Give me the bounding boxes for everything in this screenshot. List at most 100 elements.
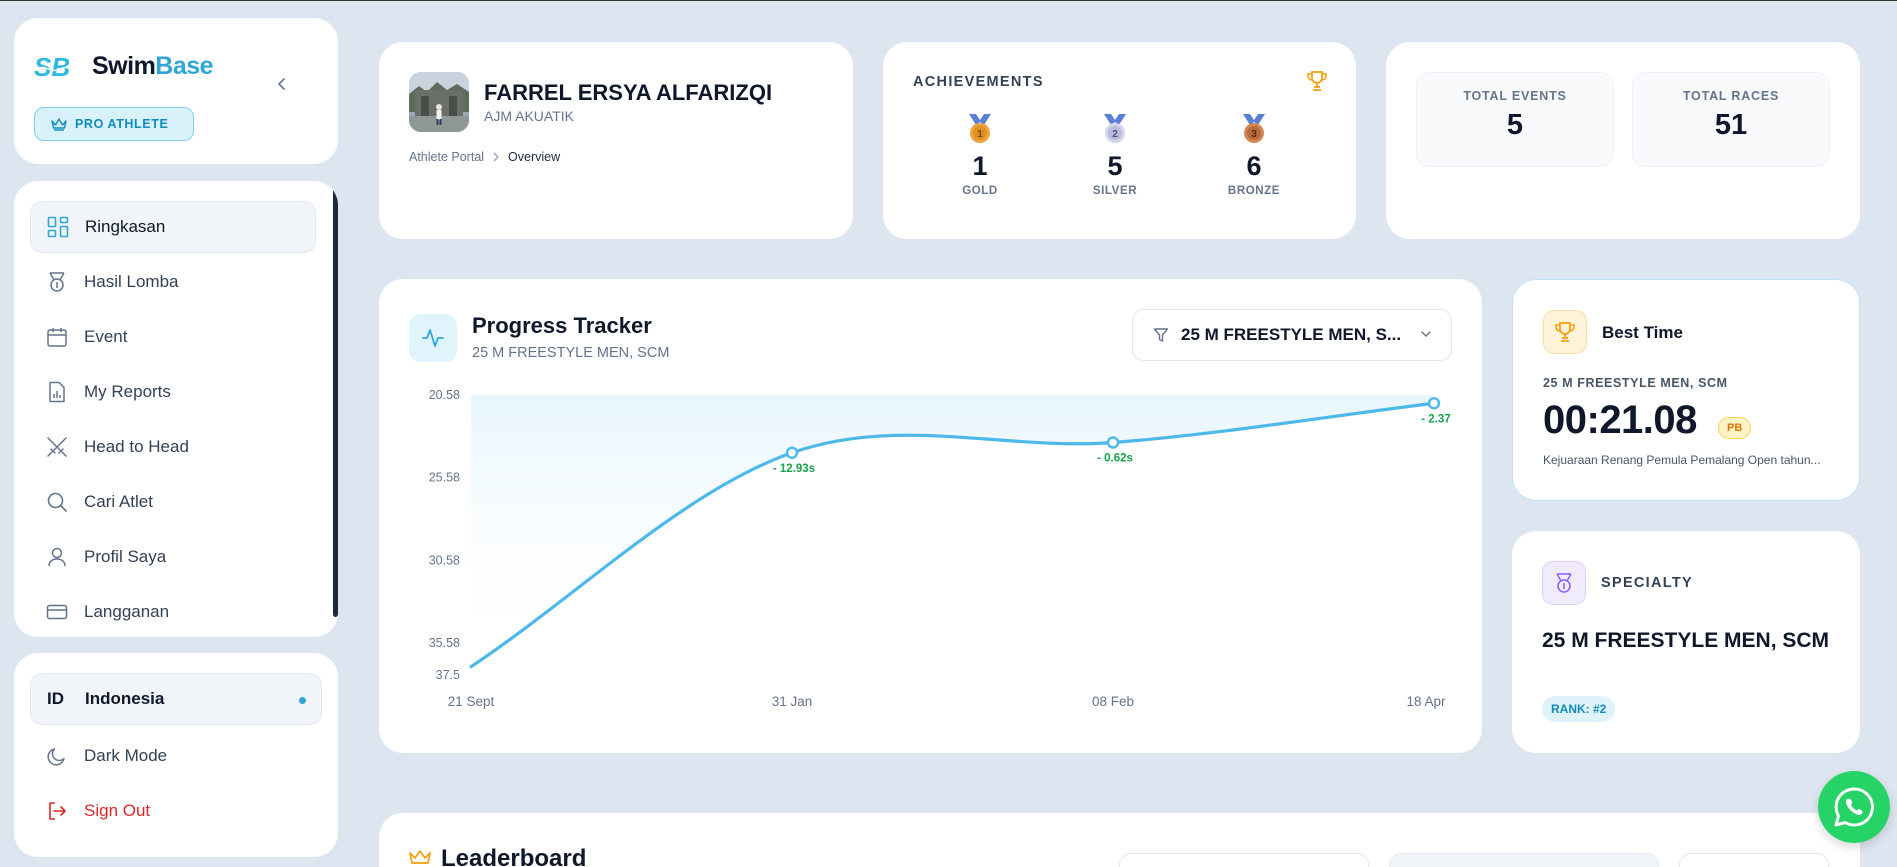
progress-subtitle: 25 M FREESTYLE MEN, SCM	[472, 345, 670, 361]
sidebar-item-label: Ringkasan	[85, 217, 166, 236]
sidebar-item-label: Event	[84, 327, 128, 346]
sidebar-nav: Ringkasan Hasil Lomba Event My Reports H…	[14, 181, 338, 637]
brand-card: SB SwimBase PRO ATHLETE	[14, 18, 338, 164]
specialty-card: SPECIALTY 25 M FREESTYLE MEN, SCM RANK: …	[1512, 531, 1860, 753]
x-tick-label: 18 Apr	[1406, 694, 1446, 709]
leaderboard-filter[interactable]	[1119, 853, 1369, 867]
specialty-medal-icon	[1542, 561, 1586, 605]
trophy-icon	[1307, 71, 1327, 91]
user-icon	[48, 547, 66, 567]
sidebar-item-label: Hasil Lomba	[84, 272, 179, 291]
sign-out-button[interactable]: Sign Out	[30, 788, 322, 834]
swimbase-logo-icon: SB	[34, 54, 84, 80]
language-name: Indonesia	[85, 689, 165, 708]
bronze-count: 6	[1246, 151, 1262, 181]
breadcrumb-portal-link[interactable]: Athlete Portal	[409, 150, 484, 164]
total-races-value: 51	[1714, 109, 1748, 141]
x-tick-label: 31 Jan	[772, 694, 813, 709]
sidebar-item-label: Langganan	[84, 602, 170, 621]
sidebar-item-label: Head to Head	[84, 437, 189, 456]
logo[interactable]: SB SwimBase	[34, 52, 214, 81]
pb-badge: PB	[1718, 417, 1752, 439]
language-selector[interactable]: ID Indonesia	[30, 673, 322, 725]
crown-icon	[409, 850, 431, 864]
leaderboard-toggle[interactable]	[1389, 853, 1659, 867]
sidebar-item-head-to-head[interactable]: Head to Head	[30, 421, 316, 473]
moon-icon	[47, 748, 65, 766]
chevron-right-icon	[493, 152, 499, 162]
bronze-medal-icon: 3	[1243, 114, 1265, 143]
sidebar-scrollbar[interactable]	[333, 181, 338, 617]
sidebar-item-langganan[interactable]: Langganan	[30, 586, 316, 637]
gold-medal-rank: 1	[977, 129, 983, 140]
chevron-down-icon	[1421, 331, 1431, 338]
progress-tracker-card: 20.58 25.58 30.58 35.58 37.5 21 Sept 31 Jan 08 …	[379, 279, 1482, 753]
brand-name-part2: Base	[155, 52, 214, 80]
best-time-competition: Kejuaraan Renang Pemula Pemalang Open ta…	[1543, 453, 1821, 467]
gold-medal: 1 1 GOLD	[940, 114, 1020, 197]
breadcrumb: Athlete Portal Overview	[409, 150, 560, 164]
sidebar-item-event[interactable]: Event	[30, 311, 316, 363]
achievements-title: ACHIEVEMENTS	[913, 74, 1044, 90]
y-tick-label: 30.58	[429, 553, 460, 567]
leaderboard-card: Leaderboard	[379, 813, 1860, 867]
sidebar-item-cari-atlet[interactable]: Cari Atlet	[30, 476, 316, 528]
leaderboard-select[interactable]	[1679, 853, 1829, 867]
pulse-icon	[422, 329, 444, 347]
avatar[interactable]	[409, 72, 469, 132]
whatsapp-button[interactable]	[1818, 771, 1890, 843]
leaderboard-title: Leaderboard	[441, 845, 587, 867]
dark-mode-label: Dark Mode	[84, 746, 168, 765]
athlete-name: FARREL ERSYA ALFARIZQI	[484, 80, 773, 105]
collapse-sidebar-button[interactable]	[270, 72, 294, 96]
specialty-event: 25 M FREESTYLE MEN, SCM	[1542, 629, 1830, 652]
total-events-box: TOTAL EVENTS 5	[1416, 72, 1614, 167]
sidebar-item-label: Profil Saya	[84, 547, 167, 566]
language-code: ID	[47, 689, 64, 708]
search-icon	[47, 492, 67, 512]
achievements-card: ACHIEVEMENTS 1 1 GOLD 2 5 SILVER 3 6 BRO…	[883, 42, 1356, 239]
best-time-title: Best Time	[1602, 323, 1683, 342]
sidebar-item-hasil-lomba[interactable]: Hasil Lomba	[30, 256, 316, 308]
total-events-value: 5	[1506, 109, 1524, 141]
medal-icon	[49, 272, 65, 292]
whatsapp-icon	[1834, 787, 1874, 827]
silver-medal: 2 5 SILVER	[1075, 114, 1155, 197]
settings-card: ID Indonesia Dark Mode Sign Out	[14, 653, 338, 857]
trophy-icon	[1555, 322, 1575, 342]
chevron-left-icon	[277, 78, 285, 90]
brand-name-part1: Swim	[92, 52, 156, 80]
data-label: - 12.93s	[773, 463, 815, 475]
filter-icon	[1153, 328, 1169, 342]
dark-mode-toggle[interactable]: Dark Mode	[30, 733, 322, 779]
event-filter-select[interactable]: 25 M FREESTYLE MEN, S...	[1132, 309, 1452, 361]
best-time-event: 25 M FREESTYLE MEN, SCM	[1543, 376, 1728, 390]
sidebar-item-label: My Reports	[84, 382, 171, 401]
avatar-photo-icon	[409, 72, 469, 132]
activity-icon	[409, 314, 457, 362]
y-tick-label: 20.58	[429, 388, 460, 402]
athlete-profile-card: FARREL ERSYA ALFARIZQI AJM AKUATIK Athle…	[379, 42, 853, 239]
pro-athlete-badge: PRO ATHLETE	[34, 107, 194, 141]
swords-icon	[47, 437, 67, 457]
breadcrumb-current: Overview	[508, 150, 561, 164]
logout-icon	[49, 802, 66, 820]
silver-medal-icon: 2	[1104, 114, 1126, 143]
sidebar-item-ringkasan[interactable]: Ringkasan	[30, 201, 316, 253]
best-time-trophy-icon	[1543, 310, 1587, 354]
rank-badge: RANK: #2	[1542, 696, 1616, 722]
y-tick-label: 25.58	[429, 471, 460, 485]
x-tick-label: 21 Sept	[448, 694, 495, 709]
x-tick-label: 08 Feb	[1092, 694, 1134, 709]
brand-name: SwimBase	[92, 52, 214, 81]
sidebar-item-profil-saya[interactable]: Profil Saya	[30, 531, 316, 583]
report-icon	[49, 381, 65, 403]
data-label: - 2.37	[1421, 413, 1450, 425]
totals-card: TOTAL EVENTS 5 TOTAL RACES 51	[1386, 42, 1860, 239]
calendar-icon	[47, 328, 67, 347]
gold-count: 1	[972, 151, 988, 181]
total-events-label: TOTAL EVENTS	[1463, 89, 1567, 103]
sidebar-item-my-reports[interactable]: My Reports	[30, 366, 316, 418]
event-filter-value: 25 M FREESTYLE MEN, S...	[1181, 325, 1402, 344]
specialty-title: SPECIALTY	[1601, 575, 1693, 591]
